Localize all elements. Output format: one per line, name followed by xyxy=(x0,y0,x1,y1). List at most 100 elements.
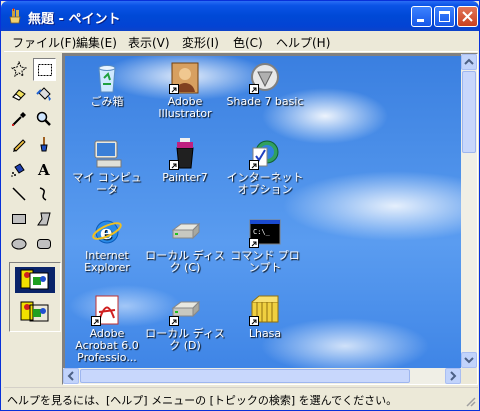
desktop-icon-label: ごみ箱 xyxy=(90,95,124,108)
internet-options-icon xyxy=(249,138,281,170)
tool-box: A xyxy=(4,54,62,386)
curve-tool[interactable] xyxy=(33,183,56,206)
canvas-area: ごみ箱 マイ コンピュータ e Internet Explorer Adobe … xyxy=(62,53,478,385)
desktop-icon-internet-explorer: e Internet Explorer xyxy=(67,216,147,274)
ellipse-icon xyxy=(11,238,27,250)
menu-file[interactable]: ファイル(F) xyxy=(10,34,78,51)
maximize-icon xyxy=(439,11,450,22)
desktop-icon-shade: Shade 7 basic xyxy=(225,62,305,108)
airbrush-icon xyxy=(11,163,25,177)
horizontal-scrollbar[interactable] xyxy=(63,368,461,384)
shortcut-arrow-icon xyxy=(169,84,179,94)
fill-tool[interactable] xyxy=(33,83,56,106)
rectangle-icon xyxy=(12,214,26,224)
maximize-button[interactable] xyxy=(434,6,455,27)
desktop-icon-label: インターネット オプション xyxy=(226,171,304,196)
scroll-up-button[interactable] xyxy=(461,54,477,70)
scrollbar-corner xyxy=(461,368,477,384)
curve-icon xyxy=(39,187,47,201)
text-tool[interactable]: A xyxy=(33,158,56,181)
scroll-down-button[interactable] xyxy=(461,352,477,368)
minimize-button[interactable] xyxy=(411,6,432,27)
transparent-option[interactable] xyxy=(15,299,55,325)
window-title: 無題 - ペイント xyxy=(28,12,121,27)
opaque-option[interactable] xyxy=(15,267,55,293)
desktop-icon-recycle-bin: ごみ箱 xyxy=(67,62,147,108)
close-icon xyxy=(462,11,473,22)
desktop-icon-local-disk-d: ローカル ディスク (D) xyxy=(145,294,225,352)
rectangle-tool[interactable] xyxy=(8,208,31,231)
desktop-icon-illustrator: Adobe Illustrator xyxy=(145,62,225,120)
shortcut-arrow-icon xyxy=(91,316,101,326)
shortcut-arrow-icon xyxy=(249,160,259,170)
free-form-select-icon xyxy=(11,61,27,77)
brush-tool[interactable] xyxy=(33,133,56,156)
color-picker-tool[interactable] xyxy=(8,108,31,131)
desktop-icon-local-disk-c: ローカル ディスク (C) xyxy=(145,216,225,274)
shortcut-arrow-icon xyxy=(169,160,179,170)
tool-options-box xyxy=(9,262,61,332)
menu-help[interactable]: ヘルプ(H) xyxy=(274,34,332,51)
internet-explorer-icon: e xyxy=(91,216,123,248)
vertical-scroll-thumb[interactable] xyxy=(462,71,476,153)
chevron-right-icon xyxy=(450,371,457,381)
rect-select-tool[interactable] xyxy=(33,58,56,81)
line-tool[interactable] xyxy=(8,183,31,206)
recycle-bin-icon xyxy=(91,62,123,94)
svg-text:C:\_: C:\_ xyxy=(253,228,271,236)
magnifier-tool[interactable] xyxy=(33,108,56,131)
desktop-icon-lhasa: Lhasa xyxy=(225,294,305,340)
pencil-icon xyxy=(13,139,26,152)
close-button[interactable] xyxy=(457,6,478,27)
eyedropper-icon xyxy=(12,112,26,126)
opaque-mode-icon xyxy=(20,269,49,290)
desktop-icon-label: コマンド プロンプト xyxy=(230,249,300,274)
shortcut-arrow-icon xyxy=(249,238,259,248)
desktop-icon-label: ローカル ディスク (C) xyxy=(145,249,225,274)
painter-icon xyxy=(169,138,201,170)
chevron-left-icon xyxy=(67,371,74,381)
pencil-tool[interactable] xyxy=(8,133,31,156)
ellipse-tool[interactable] xyxy=(8,233,31,256)
drawing-canvas[interactable]: ごみ箱 マイ コンピュータ e Internet Explorer Adobe … xyxy=(65,56,461,368)
paint-bucket-icon xyxy=(36,87,51,101)
free-form-select-tool[interactable] xyxy=(8,58,31,81)
paint-app-icon[interactable] xyxy=(7,8,23,24)
command-prompt-icon: C:\_ xyxy=(249,216,281,248)
airbrush-tool[interactable] xyxy=(8,158,31,181)
rounded-rectangle-tool[interactable] xyxy=(33,233,56,256)
shortcut-arrow-icon xyxy=(249,84,259,94)
polygon-tool[interactable] xyxy=(33,208,56,231)
desktop-icon-label: Lhasa xyxy=(248,327,282,340)
status-text: ヘルプを見るには、[ヘルプ] メニューの [トピックの検索] を選んでください。 xyxy=(7,394,398,407)
vertical-scrollbar[interactable] xyxy=(461,54,477,368)
illustrator-icon xyxy=(169,62,201,94)
desktop-icon-label: Painter7 xyxy=(162,171,208,184)
transparent-mode-icon xyxy=(20,301,49,322)
eraser-icon xyxy=(12,89,26,101)
horizontal-scroll-thumb[interactable] xyxy=(80,369,410,383)
desktop-icon-label: ローカル ディスク (D) xyxy=(145,327,225,352)
menu-view[interactable]: 表示(V) xyxy=(126,34,172,51)
rect-select-icon xyxy=(38,64,52,76)
eraser-tool[interactable] xyxy=(8,83,31,106)
paint-window: 無題 - ペイント ファイル(F) 編集(E) 表示(V) 変形(I) 色(C)… xyxy=(0,0,480,411)
menu-colors[interactable]: 色(C) xyxy=(231,34,265,51)
desktop-icon-painter: Painter7 xyxy=(145,138,225,184)
polygon-icon xyxy=(37,212,51,226)
my-computer-icon xyxy=(91,138,123,170)
menu-image[interactable]: 変形(I) xyxy=(180,34,221,51)
resize-grip-icon[interactable] xyxy=(464,395,476,407)
desktop-icon-label: Shade 7 basic xyxy=(226,95,304,108)
brush-icon xyxy=(40,137,48,152)
text-icon: A xyxy=(37,161,50,177)
scroll-right-button[interactable] xyxy=(445,368,461,384)
chevron-down-icon xyxy=(464,357,474,364)
title-bar[interactable]: 無題 - ペイント xyxy=(1,1,479,31)
desktop-icon-label: Internet Explorer xyxy=(84,249,130,274)
shortcut-arrow-icon xyxy=(169,316,179,326)
acrobat-icon xyxy=(91,294,123,326)
menu-edit[interactable]: 編集(E) xyxy=(74,34,119,51)
scroll-left-button[interactable] xyxy=(63,368,79,384)
magnifier-icon xyxy=(36,111,51,126)
